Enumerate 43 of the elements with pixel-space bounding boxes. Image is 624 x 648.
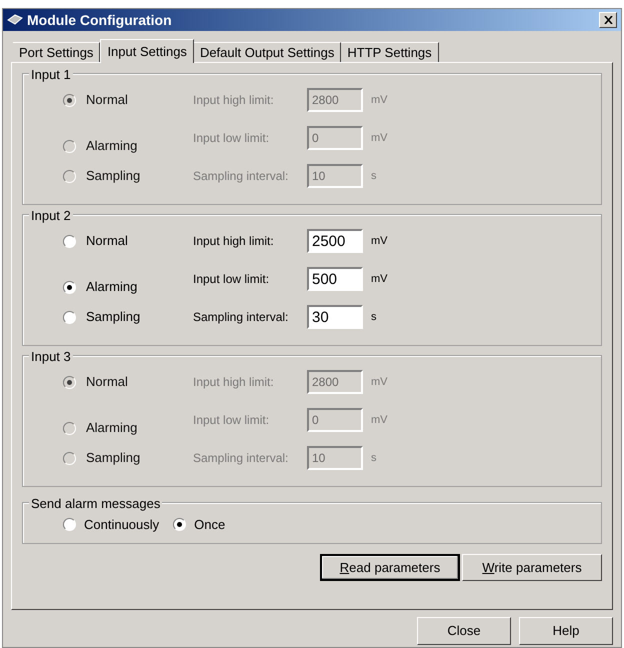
unit-label: mV xyxy=(371,130,388,146)
radio-label[interactable]: Sampling xyxy=(86,307,140,327)
tab[interactable]: Default Output Settings xyxy=(194,42,342,62)
unit-label: s xyxy=(371,168,376,184)
tab[interactable]: Input Settings xyxy=(100,39,194,63)
field-label: Input low limit: xyxy=(193,412,270,429)
radio-button[interactable] xyxy=(63,518,76,532)
input-field[interactable]: 30 xyxy=(307,305,363,329)
field-label: Input low limit: xyxy=(193,130,270,147)
unit-label: s xyxy=(371,310,376,325)
input-field[interactable]: 500 xyxy=(307,267,363,291)
close-icon xyxy=(604,16,612,24)
radio-button[interactable] xyxy=(63,280,76,294)
field-label: Sampling interval: xyxy=(193,450,288,467)
radio-label[interactable]: Alarming xyxy=(86,277,138,297)
radio-button[interactable] xyxy=(63,310,76,324)
unit-label: mV xyxy=(371,374,388,390)
unit-label: mV xyxy=(371,412,388,428)
field-label: Sampling interval: xyxy=(193,309,288,326)
field-label: Input high limit: xyxy=(193,92,274,109)
parameters-button[interactable]: Write parameters xyxy=(462,554,602,581)
field-label: Input low limit: xyxy=(193,271,270,288)
unit-label: mV xyxy=(371,92,388,108)
unit-label: mV xyxy=(371,272,388,287)
input-field[interactable]: 2500 xyxy=(307,229,363,253)
radio-label[interactable]: Normal xyxy=(86,231,128,251)
close-button[interactable] xyxy=(599,12,617,28)
radio-button[interactable] xyxy=(173,518,186,532)
field-label: Input high limit: xyxy=(193,233,274,250)
window-title: Module Configuration xyxy=(27,10,172,30)
field-label: Input high limit: xyxy=(193,374,274,391)
unit-label: s xyxy=(371,450,376,466)
module-icon xyxy=(7,14,23,26)
tab[interactable]: HTTP Settings xyxy=(341,42,439,62)
parameters-button[interactable]: Read parameters xyxy=(320,554,460,581)
radio-label[interactable]: Continuously xyxy=(84,515,160,534)
dialog-button[interactable]: Close xyxy=(417,617,511,645)
dialog-button[interactable]: Help xyxy=(519,617,613,645)
unit-label: mV xyxy=(371,234,388,249)
radio-button[interactable] xyxy=(63,234,76,248)
radio-label[interactable]: Once xyxy=(194,515,226,534)
tab[interactable]: Port Settings xyxy=(13,42,100,62)
field-label: Sampling interval: xyxy=(193,168,288,185)
